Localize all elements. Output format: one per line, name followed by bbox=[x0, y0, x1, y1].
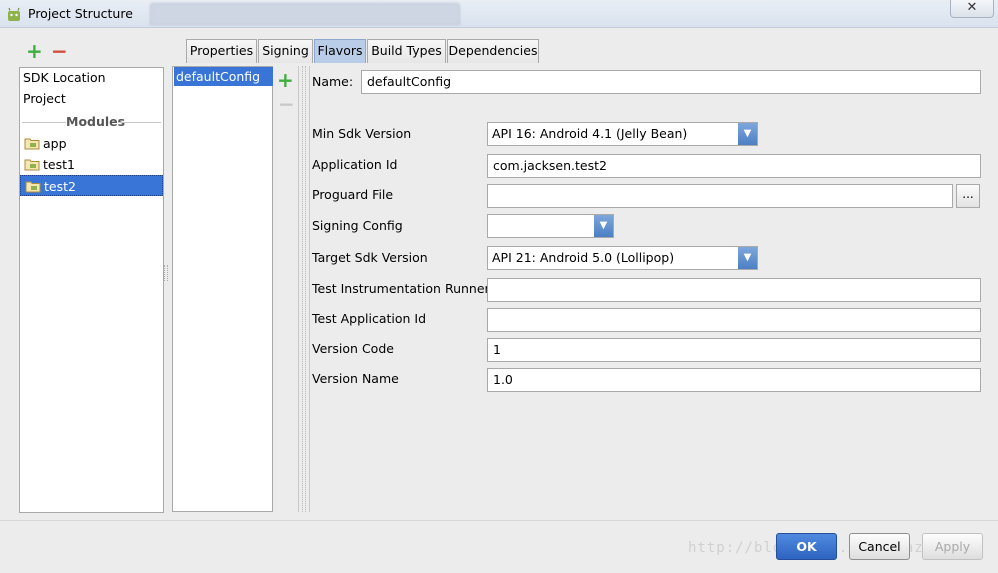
flavor-list: defaultConfig bbox=[172, 66, 273, 512]
project-item[interactable]: Project bbox=[23, 89, 66, 109]
remove-module-button[interactable]: − bbox=[51, 41, 68, 61]
target-sdk-value: API 21: Android 5.0 (Lollipop) bbox=[492, 250, 675, 265]
ok-button[interactable]: OK bbox=[776, 533, 837, 560]
flavor-toolbar: + − bbox=[273, 66, 299, 512]
apply-button[interactable]: Apply bbox=[922, 533, 983, 560]
sdk-location-item[interactable]: SDK Location bbox=[23, 68, 106, 88]
flavor-item-default-config[interactable]: defaultConfig bbox=[174, 67, 273, 86]
target-sdk-dropdown[interactable]: API 21: Android 5.0 (Lollipop) ▼ bbox=[487, 246, 758, 270]
background-window-tab bbox=[150, 3, 460, 25]
android-studio-icon bbox=[8, 7, 20, 21]
proguard-file-field[interactable] bbox=[487, 184, 953, 208]
splitter-handle[interactable] bbox=[302, 66, 306, 512]
footer-divider bbox=[0, 520, 998, 521]
signing-config-dropdown[interactable]: ▼ bbox=[487, 214, 614, 238]
name-label: Name: bbox=[312, 74, 354, 89]
chevron-down-icon: ▼ bbox=[738, 247, 757, 269]
add-flavor-button[interactable]: + bbox=[277, 70, 294, 90]
name-field[interactable]: defaultConfig bbox=[361, 70, 981, 94]
tab-properties[interactable]: Properties bbox=[186, 39, 257, 63]
window-title: Project Structure bbox=[28, 6, 133, 21]
module-item-app[interactable]: app bbox=[20, 133, 163, 154]
module-label: test2 bbox=[44, 179, 76, 194]
module-folder-icon bbox=[25, 181, 41, 193]
module-item-test1[interactable]: test1 bbox=[20, 154, 163, 175]
module-item-test2[interactable]: test2 bbox=[20, 175, 163, 196]
chevron-down-icon: ▼ bbox=[738, 123, 757, 145]
test-runner-label: Test Instrumentation Runner bbox=[312, 281, 490, 296]
min-sdk-label: Min Sdk Version bbox=[312, 126, 412, 141]
application-id-label: Application Id bbox=[312, 157, 398, 172]
min-sdk-dropdown[interactable]: API 16: Android 4.1 (Jelly Bean) ▼ bbox=[487, 122, 758, 146]
test-runner-field[interactable] bbox=[487, 278, 981, 302]
version-name-field[interactable]: 1.0 bbox=[487, 368, 981, 392]
signing-config-label: Signing Config bbox=[312, 218, 403, 233]
modules-separator: Modules bbox=[20, 114, 163, 130]
tab-signing[interactable]: Signing bbox=[258, 39, 313, 63]
tab-build-types[interactable]: Build Types bbox=[367, 39, 446, 63]
title-bar: Project Structure ✕ bbox=[0, 0, 998, 28]
add-module-button[interactable]: + bbox=[26, 41, 43, 61]
module-label: test1 bbox=[43, 157, 75, 172]
module-label: app bbox=[43, 136, 67, 151]
browse-button[interactable]: ... bbox=[956, 184, 980, 208]
version-code-field[interactable]: 1 bbox=[487, 338, 981, 362]
module-list-panel: SDK Location Project Modules app test1 t… bbox=[19, 67, 164, 513]
remove-flavor-button[interactable]: − bbox=[278, 94, 295, 114]
test-application-id-label: Test Application Id bbox=[312, 311, 427, 326]
separator-line bbox=[22, 122, 66, 123]
separator-line bbox=[118, 122, 161, 123]
tab-dependencies[interactable]: Dependencies bbox=[447, 39, 539, 63]
cancel-button[interactable]: Cancel bbox=[849, 533, 910, 560]
modules-header: Modules bbox=[66, 114, 126, 129]
version-code-label: Version Code bbox=[312, 341, 394, 356]
chevron-down-icon: ▼ bbox=[594, 215, 613, 237]
target-sdk-label: Target Sdk Version bbox=[312, 250, 428, 265]
module-folder-icon bbox=[24, 159, 40, 171]
close-button[interactable]: ✕ bbox=[950, 0, 994, 18]
module-folder-icon bbox=[24, 138, 40, 150]
min-sdk-value: API 16: Android 4.1 (Jelly Bean) bbox=[492, 126, 688, 141]
proguard-file-label: Proguard File bbox=[312, 187, 394, 202]
version-name-label: Version Name bbox=[312, 371, 399, 386]
test-application-id-field[interactable] bbox=[487, 308, 981, 332]
application-id-field[interactable]: com.jacksen.test2 bbox=[487, 154, 981, 178]
panel-resize-grip[interactable] bbox=[164, 265, 168, 281]
tab-flavors[interactable]: Flavors bbox=[314, 39, 366, 63]
